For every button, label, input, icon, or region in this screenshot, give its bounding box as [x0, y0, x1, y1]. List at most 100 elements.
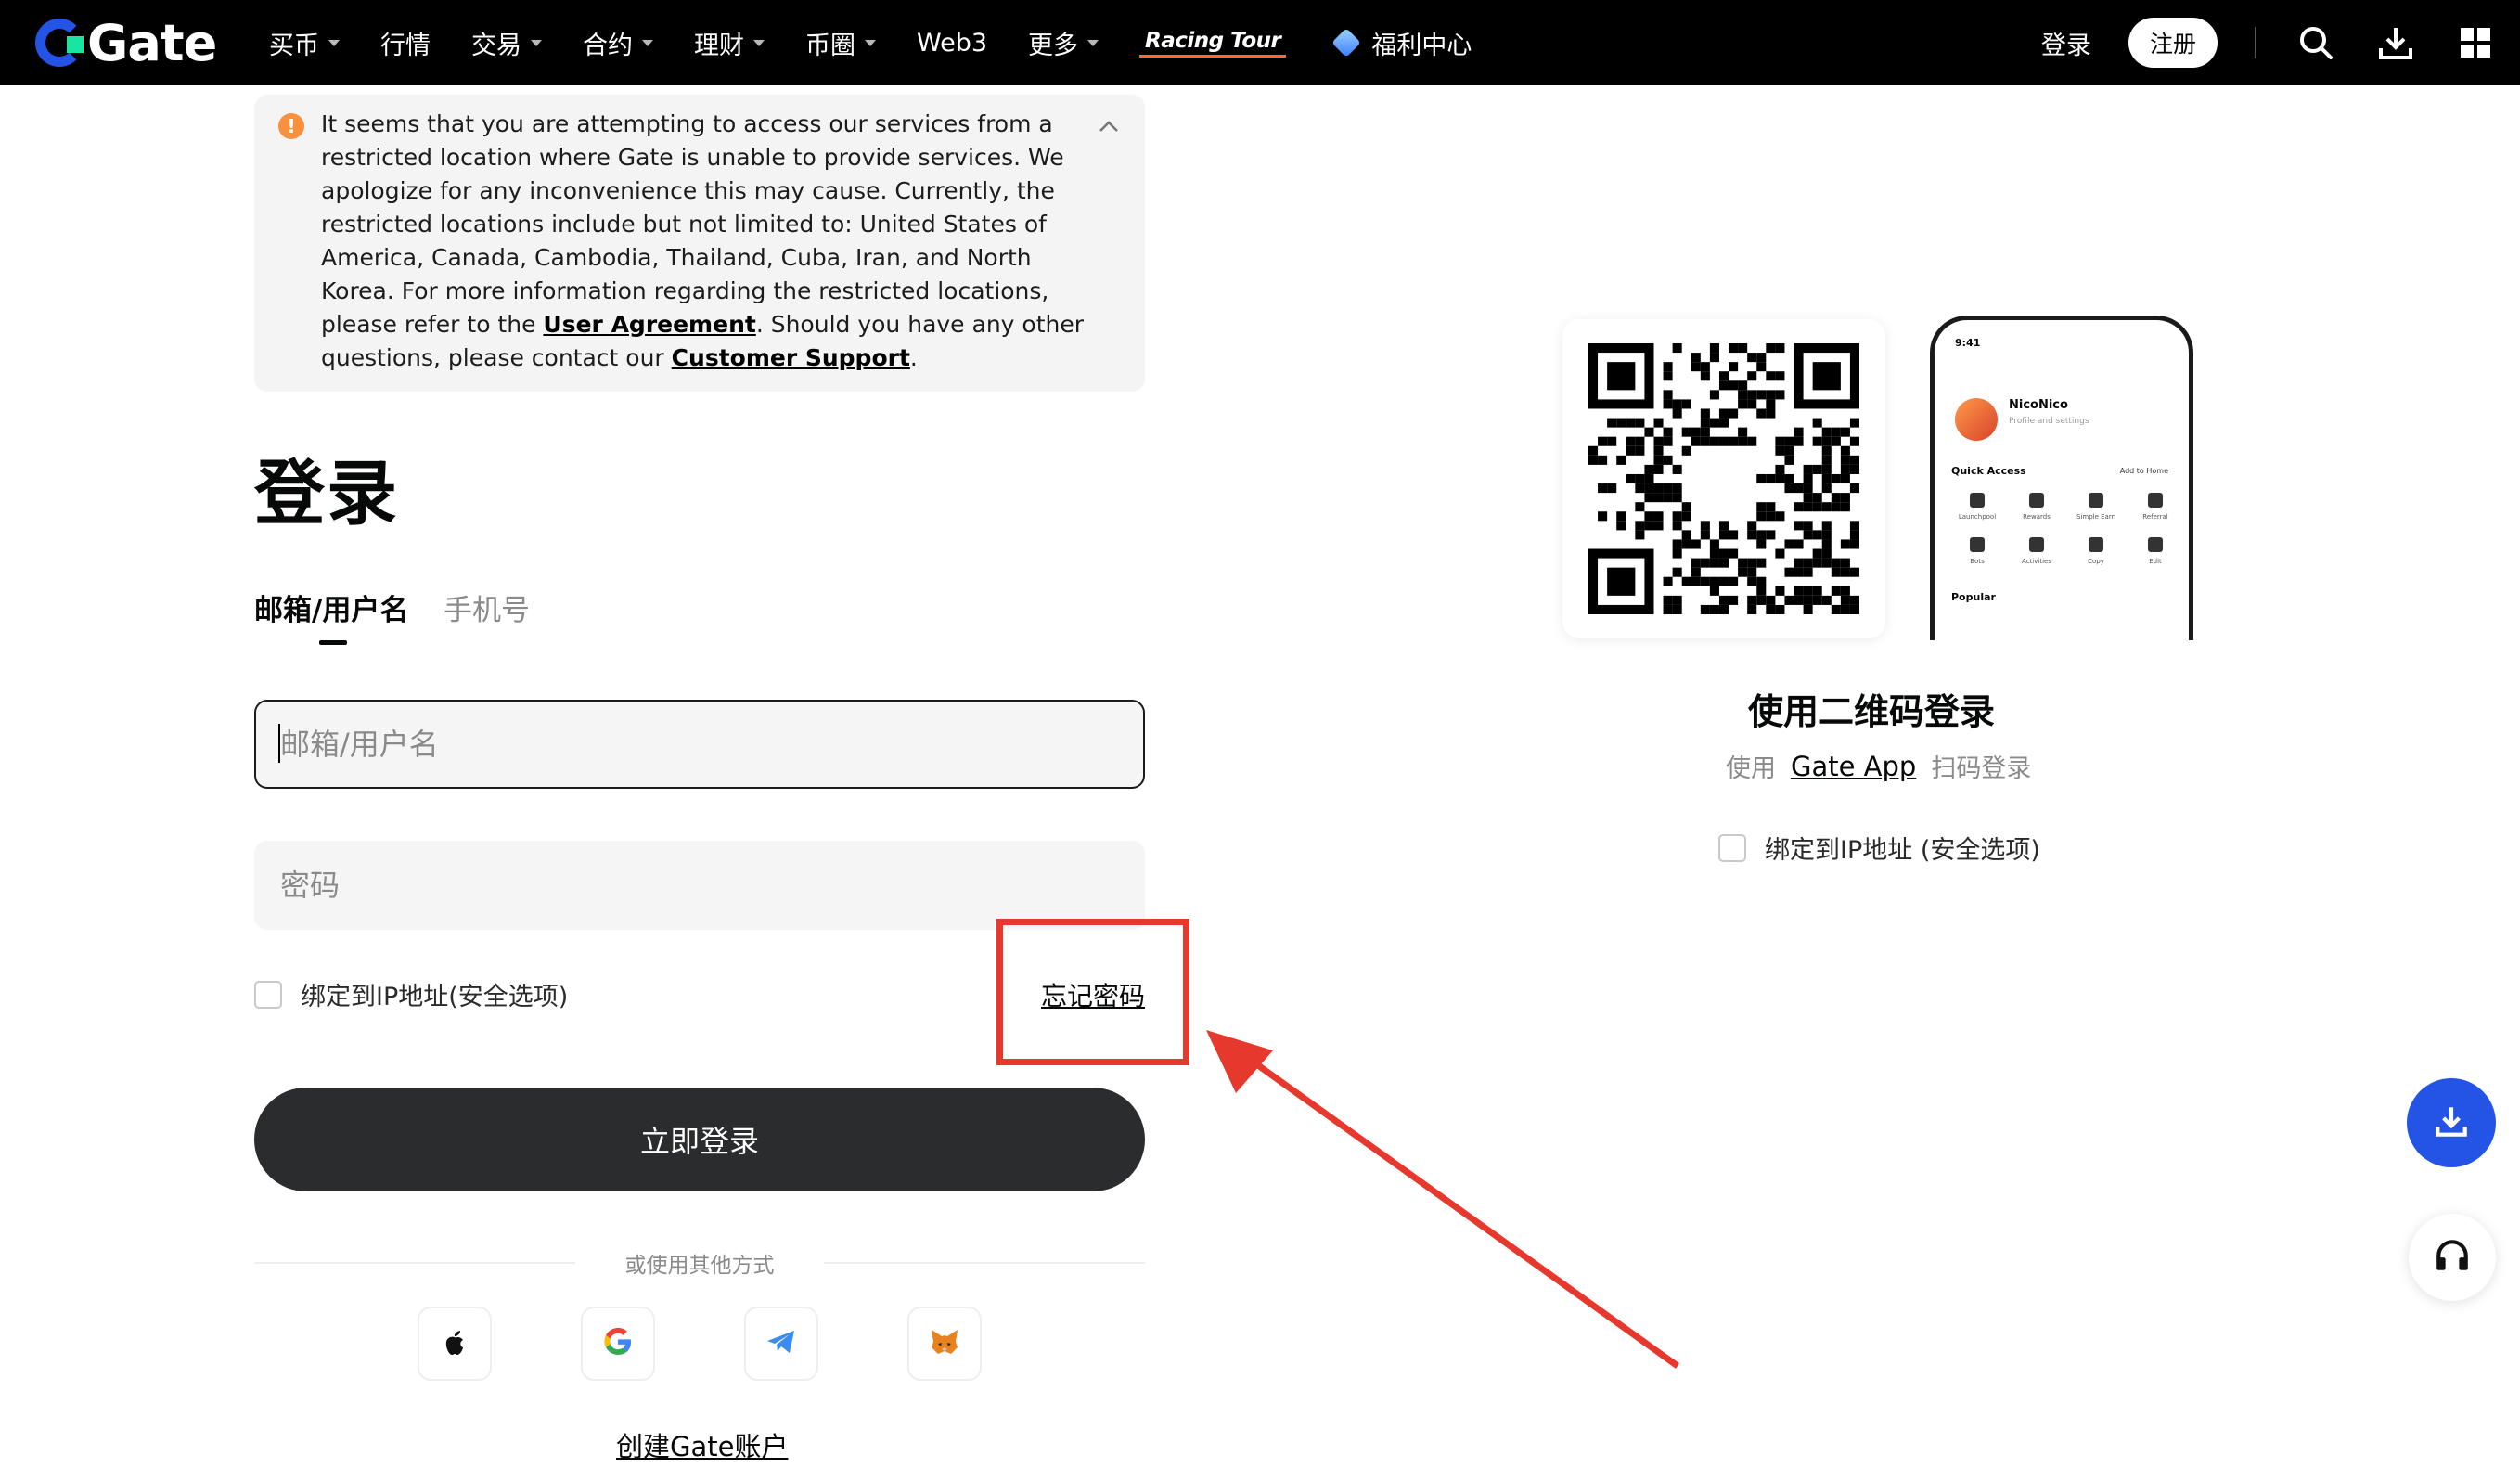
qr-bind-ip-checkbox[interactable] — [1718, 833, 1746, 862]
nav-label: Web3 — [917, 28, 988, 58]
phone-cell: Rewards — [2011, 493, 2063, 521]
login-submit-button[interactable]: 立即登录 — [254, 1088, 1145, 1191]
avatar — [1955, 398, 1998, 441]
gate-app-link[interactable]: Gate App — [1791, 751, 1916, 782]
divider-right — [824, 1262, 1145, 1264]
phone-cell-label: Referral — [2142, 513, 2168, 521]
user-add-icon — [2148, 493, 2163, 508]
megaphone-icon — [2029, 537, 2044, 552]
floating-download-button[interactable] — [2407, 1078, 2496, 1167]
bind-ip-option[interactable]: 绑定到IP地址(安全选项) — [254, 976, 568, 1012]
bind-ip-label: 绑定到IP地址(安全选项) — [301, 983, 569, 1011]
notice-text-part: . — [909, 344, 918, 371]
phone-cell: Simple Earn — [2070, 493, 2122, 521]
phone-cell-label: Rewards — [2023, 513, 2051, 521]
qr-bind-ip-label: 绑定到IP地址 (安全选项) — [1765, 836, 2040, 865]
create-account-link[interactable]: 创建Gate账户 — [616, 1425, 788, 1464]
phone-quick-grid-row-1: Launchpool Rewards Simple Earn Referral — [1951, 493, 2181, 521]
notice-text: It seems that you are attempting to acce… — [321, 108, 1091, 375]
gift-icon — [2029, 493, 2044, 508]
email-username-input[interactable] — [254, 700, 1145, 789]
nav-label: 理财 — [694, 31, 744, 60]
nav-label: 行情 — [380, 31, 431, 60]
chevron-down-icon — [642, 39, 653, 46]
header-login-link[interactable]: 登录 — [2041, 25, 2091, 61]
bot-icon — [1970, 537, 1985, 552]
phone-quick-grid-row-2: Bots Activities Copy Edit — [1951, 537, 2181, 565]
nav-item-trade[interactable]: 交易 — [471, 25, 542, 61]
nav-item-markets[interactable]: 行情 — [380, 25, 431, 61]
phone-app-preview: 9:41 NicoNico Profile and settings Quick… — [1930, 316, 2193, 640]
register-button[interactable]: 注册 — [2128, 18, 2218, 68]
annotation-highlight-box — [996, 919, 1189, 1065]
text-cursor — [278, 724, 280, 763]
nav-item-community[interactable]: 币圈 — [805, 25, 876, 61]
logo-text: Gate — [87, 13, 217, 72]
password-input[interactable] — [254, 841, 1145, 930]
phone-cell-label: Bots — [1970, 558, 1985, 565]
nav-item-buy-crypto[interactable]: 买币 — [269, 25, 340, 61]
phone-profile-subtitle: Profile and settings — [2009, 417, 2089, 426]
qr-login-subtitle: 使用 Gate App 扫码登录 — [1726, 748, 2031, 784]
chevron-down-icon — [1087, 39, 1099, 46]
phone-cell-label: Simple Earn — [2076, 513, 2116, 521]
headset-icon — [2433, 1236, 2472, 1279]
phone-username: NicoNico — [2009, 398, 2068, 412]
nav-item-futures[interactable]: 合约 — [583, 25, 653, 61]
google-icon — [602, 1326, 634, 1361]
metamask-login-button[interactable] — [907, 1307, 982, 1381]
chevron-up-icon[interactable] — [1097, 115, 1121, 139]
phone-cell-label: Launchpool — [1958, 513, 1997, 521]
bind-ip-checkbox[interactable] — [254, 980, 282, 1009]
user-agreement-link[interactable]: User Agreement — [543, 311, 755, 338]
header-actions: 登录 注册 — [2041, 0, 2520, 85]
gate-logo-icon — [35, 19, 84, 67]
top-navigation-bar: Gate 买币 行情 交易 合约 理财 币圈 Web3 更多 Racing To… — [0, 0, 2520, 85]
apple-icon — [441, 1326, 469, 1361]
warning-icon: ! — [278, 113, 304, 139]
customer-support-link[interactable]: Customer Support — [672, 344, 910, 371]
edit-icon — [2148, 537, 2163, 552]
nav-item-earn[interactable]: 理财 — [694, 25, 765, 61]
phone-time: 9:41 — [1955, 337, 1981, 349]
download-icon[interactable] — [2375, 22, 2416, 63]
nav-label: 更多 — [1028, 31, 1079, 60]
phone-cell: Bots — [1951, 537, 2003, 565]
qr-sub-suffix: 扫码登录 — [1931, 754, 2032, 783]
tab-email-username[interactable]: 邮箱/用户名 — [254, 586, 408, 628]
search-icon[interactable] — [2295, 22, 2336, 63]
or-other-methods-label: 或使用其他方式 — [624, 1254, 775, 1278]
phone-cell: Activities — [2011, 537, 2063, 565]
floating-support-button[interactable] — [2409, 1214, 2496, 1301]
nav-label: 买币 — [269, 31, 319, 60]
nav-item-more[interactable]: 更多 — [1028, 25, 1099, 61]
phone-cell: Copy — [2070, 537, 2122, 565]
telegram-login-button[interactable] — [744, 1307, 818, 1381]
phone-cell: Launchpool — [1951, 493, 2003, 521]
gate-logo[interactable]: Gate — [35, 13, 217, 72]
nav-item-web3[interactable]: Web3 — [917, 29, 987, 58]
racing-tour-banner[interactable]: Racing Tour — [1139, 29, 1287, 58]
phone-add-to-home: Add to Home — [2119, 467, 2168, 475]
metamask-icon — [929, 1327, 960, 1360]
active-tab-indicator — [319, 640, 347, 645]
gift-cube-icon — [1331, 28, 1362, 58]
phone-cell: Referral — [2129, 493, 2181, 521]
copy-icon — [2089, 537, 2103, 552]
google-login-button[interactable] — [581, 1307, 655, 1381]
nav-label: 币圈 — [805, 31, 855, 60]
download-icon — [2432, 1101, 2471, 1144]
apps-grid-icon[interactable] — [2455, 22, 2496, 63]
qr-login-title: 使用二维码登录 — [1748, 691, 1996, 732]
login-qr-code-card — [1562, 319, 1885, 638]
main-nav: 买币 行情 交易 合约 理财 币圈 Web3 更多 Racing Tour 福利… — [269, 0, 1512, 85]
chevron-down-icon — [865, 39, 876, 46]
phone-cell-label: Copy — [2088, 558, 2104, 565]
qr-bind-ip-option[interactable]: 绑定到IP地址 (安全选项) — [1718, 830, 2040, 866]
nav-label: 交易 — [471, 31, 521, 60]
nav-item-welfare-center[interactable]: 福利中心 — [1331, 25, 1472, 61]
page-title: 登录 — [254, 452, 399, 534]
apple-login-button[interactable] — [418, 1307, 492, 1381]
tab-phone[interactable]: 手机号 — [444, 586, 530, 628]
header-divider — [2255, 27, 2256, 58]
